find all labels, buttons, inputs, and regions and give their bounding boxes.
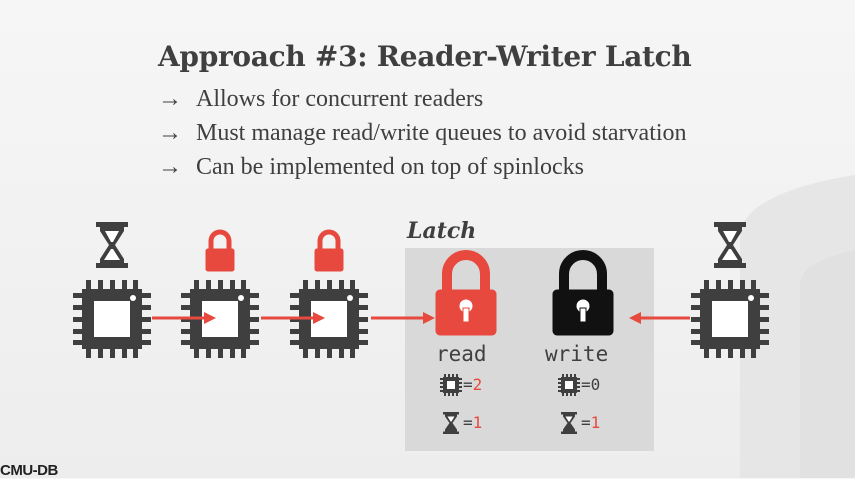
write-wait-count: =1 xyxy=(581,413,600,432)
write-wait-value: 1 xyxy=(590,413,601,432)
write-cpu-value: 0 xyxy=(590,375,601,394)
hourglass-icon xyxy=(96,222,128,268)
read-wait-count: =1 xyxy=(463,413,482,432)
read-label: read xyxy=(436,342,487,366)
padlock-icon xyxy=(206,232,234,271)
padlock-icon xyxy=(315,232,343,271)
read-wait-value: 1 xyxy=(472,413,483,432)
cpu-icon xyxy=(73,280,151,358)
hourglass-icon xyxy=(714,222,746,268)
cpu-icon xyxy=(440,374,462,396)
write-wait-prefix: = xyxy=(581,413,591,432)
read-cpu-value: 2 xyxy=(472,375,483,394)
latch-diagram xyxy=(73,222,769,434)
hourglass-icon xyxy=(561,412,577,434)
write-cpu-prefix: = xyxy=(581,375,591,394)
cpu-icon xyxy=(558,374,580,396)
read-lock-icon xyxy=(436,255,496,335)
write-label: write xyxy=(545,342,609,366)
cpu-icon xyxy=(691,280,769,358)
write-lock-icon xyxy=(553,255,613,335)
read-wait-prefix: = xyxy=(463,413,473,432)
hourglass-icon xyxy=(443,412,459,434)
footer-logo-text: CMU-DB xyxy=(0,462,58,479)
read-cpu-count: =2 xyxy=(463,375,482,394)
write-cpu-count: =0 xyxy=(581,375,600,394)
read-cpu-prefix: = xyxy=(463,375,473,394)
